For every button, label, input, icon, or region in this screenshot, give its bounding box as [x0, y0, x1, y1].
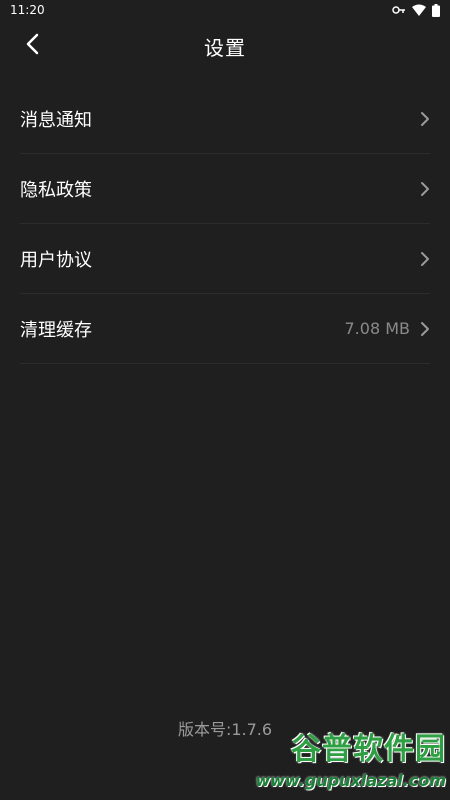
settings-list: 消息通知 隐私政策 用户协议 清理缓存 7.08 MB	[20, 84, 430, 364]
settings-item-right	[410, 251, 430, 267]
settings-item-right: 7.08 MB	[345, 319, 431, 338]
settings-item-label: 隐私政策	[20, 179, 92, 201]
watermark: 谷普软件园 www.gupuxlazal.com	[246, 730, 446, 796]
chevron-right-icon	[420, 251, 430, 267]
settings-item-right	[410, 111, 430, 127]
settings-item-user-agreement[interactable]: 用户协议	[20, 224, 430, 294]
key-icon	[392, 5, 406, 15]
settings-item-label: 消息通知	[20, 109, 92, 131]
settings-item-privacy-policy[interactable]: 隐私政策	[20, 154, 430, 224]
chevron-right-icon	[420, 181, 430, 197]
cache-size-value: 7.08 MB	[344, 319, 411, 338]
page-title: 设置	[204, 35, 246, 60]
settings-item-label: 清理缓存	[20, 319, 92, 341]
settings-item-right	[410, 181, 430, 197]
chevron-right-icon	[420, 111, 430, 127]
chevron-left-icon	[25, 33, 39, 59]
settings-item-clear-cache[interactable]: 清理缓存 7.08 MB	[20, 294, 430, 364]
back-button[interactable]	[14, 28, 50, 64]
battery-icon	[432, 3, 440, 17]
settings-item-label: 用户协议	[20, 249, 92, 271]
wifi-icon	[412, 4, 426, 16]
watermark-logo: 谷普软件园	[291, 732, 446, 767]
watermark-url: www.gupuxlazal.com	[255, 771, 446, 790]
status-time: 11:20	[10, 3, 45, 17]
nav-bar: 设置	[0, 20, 450, 72]
settings-item-notifications[interactable]: 消息通知	[20, 84, 430, 154]
settings-screen: 11:20 设置 消息通知 隐私政策 用户协议 清理缓存 7.08 MB 版本号…	[0, 0, 450, 800]
status-bar: 11:20	[0, 0, 450, 20]
status-icons	[392, 3, 440, 17]
chevron-right-icon	[420, 321, 430, 337]
